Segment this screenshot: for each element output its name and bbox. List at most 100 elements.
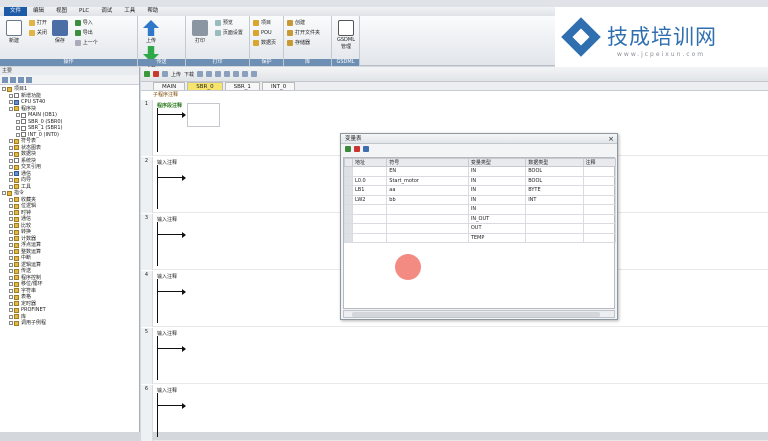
table-cell[interactable]: IN xyxy=(467,204,527,215)
coil-icon[interactable] xyxy=(233,71,240,77)
table-cell[interactable]: BOOL xyxy=(525,175,584,186)
column-header[interactable]: 注释 xyxy=(582,158,617,167)
box-icon[interactable] xyxy=(242,71,249,77)
project-protect-button[interactable]: 项目 xyxy=(253,18,276,28)
tab-sbr_0[interactable]: SBR_0 xyxy=(187,82,223,90)
options-icon[interactable] xyxy=(363,146,369,152)
delete-row-icon[interactable] xyxy=(354,146,360,152)
table-cell[interactable]: LW2 xyxy=(351,194,388,205)
row-number[interactable]: 6 xyxy=(344,213,353,224)
table-cell[interactable] xyxy=(582,232,617,243)
scrollbar-thumb[interactable] xyxy=(352,312,600,317)
tab-main[interactable]: MAIN xyxy=(153,82,186,90)
network-comment[interactable]: 输入注释 xyxy=(157,273,177,280)
tree-view-icon[interactable] xyxy=(2,77,8,83)
table-cell[interactable]: L0.0 xyxy=(351,175,388,186)
table-cell[interactable]: IN xyxy=(467,175,527,186)
table-row[interactable]: 5 IN xyxy=(344,204,617,215)
subroutine-comment[interactable]: 子程序注释 xyxy=(141,91,768,100)
expand-toggle-icon[interactable] xyxy=(9,158,13,163)
expand-toggle-icon[interactable] xyxy=(9,321,13,326)
table-cell[interactable]: IN xyxy=(467,166,527,177)
table-cell[interactable] xyxy=(525,223,584,234)
tree-node[interactable]: 调用子例程 xyxy=(0,320,139,327)
column-header[interactable]: 变量类型 xyxy=(467,158,527,167)
open-folder-button[interactable]: 打开文件夹 xyxy=(287,28,320,38)
upload-button[interactable]: 上传 xyxy=(141,18,161,44)
stop-icon[interactable] xyxy=(153,71,159,77)
close-button[interactable]: 关闭 xyxy=(28,28,47,38)
table-cell[interactable] xyxy=(351,223,388,234)
network-comment[interactable]: 程序段注释 xyxy=(157,102,182,109)
expand-toggle-icon[interactable] xyxy=(9,295,13,300)
table-cell[interactable] xyxy=(582,194,617,205)
network-comment[interactable]: 输入注释 xyxy=(157,159,177,166)
save-button[interactable]: 保存 xyxy=(49,18,71,44)
tab-sbr_1[interactable]: SBR_1 xyxy=(224,82,260,90)
table-cell[interactable] xyxy=(351,232,388,243)
expand-toggle-icon[interactable] xyxy=(16,113,20,118)
table-cell[interactable] xyxy=(386,204,469,215)
table-cell[interactable] xyxy=(582,223,617,234)
expand-toggle-icon[interactable] xyxy=(9,204,13,209)
expand-toggle-icon[interactable] xyxy=(16,132,20,137)
compile-icon[interactable] xyxy=(162,71,168,77)
horizontal-scrollbar[interactable] xyxy=(343,310,615,318)
instruction-box[interactable] xyxy=(187,103,220,127)
row-number[interactable]: 1 xyxy=(344,166,353,177)
expand-toggle-icon[interactable] xyxy=(16,119,20,124)
table-row[interactable]: 3LB1aaINBYTE xyxy=(344,185,617,196)
expand-toggle-icon[interactable] xyxy=(9,301,13,306)
table-cell[interactable] xyxy=(582,175,617,186)
page-setup-button[interactable]: 页面设置 xyxy=(214,28,243,38)
expand-toggle-icon[interactable] xyxy=(9,249,13,254)
menu-item-6[interactable]: 帮助 xyxy=(141,7,164,16)
expand-toggle-icon[interactable] xyxy=(2,191,6,196)
table-cell[interactable]: INT xyxy=(525,194,584,205)
import-button[interactable]: 导入 xyxy=(74,18,98,28)
row-number[interactable]: 8 xyxy=(344,232,353,243)
tree-expand-icon[interactable] xyxy=(10,77,16,83)
expand-toggle-icon[interactable] xyxy=(9,139,13,144)
table-cell[interactable]: IN xyxy=(467,185,527,196)
network-comment[interactable]: 输入注释 xyxy=(157,387,177,394)
run-icon[interactable] xyxy=(144,71,150,77)
expand-toggle-icon[interactable] xyxy=(9,178,13,183)
expand-toggle-icon[interactable] xyxy=(9,308,13,313)
previous-button[interactable]: 上一个 xyxy=(74,38,98,48)
expand-toggle-icon[interactable] xyxy=(9,269,13,274)
expand-toggle-icon[interactable] xyxy=(9,217,13,222)
close-icon[interactable]: × xyxy=(608,134,614,144)
expand-toggle-icon[interactable] xyxy=(9,314,13,319)
expand-toggle-icon[interactable] xyxy=(9,236,13,241)
table-cell[interactable] xyxy=(582,185,617,196)
row-number[interactable]: 7 xyxy=(344,223,353,234)
menu-item-1[interactable]: 编辑 xyxy=(27,7,50,16)
preview-button[interactable]: 预览 xyxy=(214,18,243,28)
expand-toggle-icon[interactable] xyxy=(9,230,13,235)
gsdml-manage-button[interactable]: GSDML管理 xyxy=(335,18,357,50)
table-cell[interactable] xyxy=(386,213,469,224)
expand-toggle-icon[interactable] xyxy=(9,184,13,189)
table-row[interactable]: 4LW2bbININT xyxy=(344,194,617,205)
menu-item-4[interactable]: 调试 xyxy=(95,7,118,16)
insert-row-icon[interactable] xyxy=(345,146,351,152)
expand-toggle-icon[interactable] xyxy=(9,275,13,280)
contact-icon[interactable] xyxy=(224,71,231,77)
expand-toggle-icon[interactable] xyxy=(9,262,13,267)
table-cell[interactable] xyxy=(525,213,584,224)
table-row[interactable]: 1 ENINBOOL xyxy=(344,166,617,177)
print-button[interactable]: 打印 xyxy=(189,18,211,44)
data-page-protect-button[interactable]: 数据页 xyxy=(253,38,276,48)
monitor-icon[interactable] xyxy=(215,71,222,77)
expand-toggle-icon[interactable] xyxy=(9,145,13,150)
pou-protect-button[interactable]: POU xyxy=(253,28,276,38)
expand-toggle-icon[interactable] xyxy=(2,87,6,92)
row-number[interactable]: 4 xyxy=(344,194,353,205)
expand-toggle-icon[interactable] xyxy=(9,93,13,98)
table-cell[interactable]: IN_OUT xyxy=(467,213,527,224)
table-cell[interactable] xyxy=(351,204,388,215)
table-cell[interactable]: TEMP xyxy=(467,232,527,243)
expand-toggle-icon[interactable] xyxy=(9,256,13,261)
open-button[interactable]: 打开 xyxy=(28,18,47,28)
